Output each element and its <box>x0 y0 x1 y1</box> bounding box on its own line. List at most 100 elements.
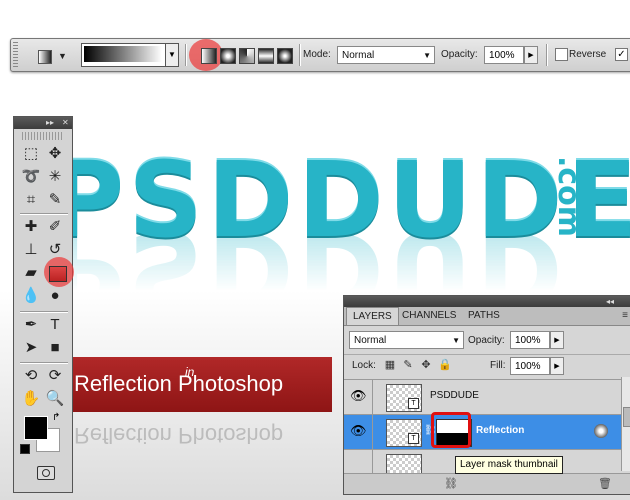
diamond-gradient-button[interactable] <box>277 48 293 64</box>
options-bar: ▼ ▼ Mode: Normal ▼ Opacity: 100% ▶ Rever… <box>10 38 630 72</box>
gradient-picker[interactable]: ▼ <box>81 43 179 67</box>
scrollbar-thumb[interactable] <box>623 407 630 427</box>
opacity-label: Opacity: <box>441 49 478 60</box>
banner-title: Reflection Photoshop <box>74 371 284 396</box>
3d-orbit-icon[interactable]: ⟳ <box>44 366 66 386</box>
layer-opacity-label: Opacity: <box>468 335 505 346</box>
chevron-down-icon: ▼ <box>423 51 431 60</box>
chevron-down-icon[interactable]: ▼ <box>165 44 178 66</box>
lock-pixels-icon[interactable]: ✎ <box>402 359 414 371</box>
fill-label: Fill: <box>490 360 506 371</box>
divider <box>372 415 373 449</box>
linear-gradient-button[interactable] <box>201 48 217 64</box>
foreground-color-swatch[interactable] <box>24 416 48 440</box>
dodge-icon[interactable]: ● <box>44 286 66 306</box>
zoom-icon[interactable]: 🔍 <box>44 389 66 409</box>
path-selection-icon[interactable]: ➤ <box>20 338 42 358</box>
reflected-gradient-button[interactable] <box>258 48 274 64</box>
opacity-input[interactable]: 100% <box>484 46 524 64</box>
chevron-down-icon: ▼ <box>452 336 460 345</box>
fill-stepper[interactable]: ▶ <box>550 357 564 375</box>
panel-grip[interactable] <box>22 132 64 140</box>
blend-row: Normal ▼ Opacity: 100% ▶ <box>344 329 630 351</box>
layer-thumbnail[interactable]: T <box>386 419 422 447</box>
eyedropper-icon[interactable]: ✎ <box>44 190 66 210</box>
hand-icon[interactable]: ✋ <box>20 389 42 409</box>
layer-row-selected[interactable]: 👁 T ⛓ Reflection <box>344 414 630 449</box>
type-icon[interactable]: T <box>44 315 66 335</box>
close-icon[interactable]: ✕ <box>62 117 69 129</box>
layer-opacity-value: 100% <box>515 335 541 346</box>
layer-style-icon[interactable] <box>594 424 608 438</box>
delete-layer-icon[interactable]: 🗑 <box>598 477 612 490</box>
tab-layers[interactable]: LAYERS <box>346 307 399 325</box>
tool-preset-picker[interactable]: ▼ <box>35 47 73 66</box>
tooltip: Layer mask thumbnail <box>455 456 563 474</box>
panel-grip[interactable] <box>13 42 18 68</box>
layer-opacity-input[interactable]: 100% <box>510 331 550 349</box>
opacity-stepper[interactable]: ▶ <box>524 46 538 64</box>
reverse-label: Reverse <box>569 49 607 60</box>
tools-panel-header: ▸▸ ✕ <box>14 117 72 129</box>
gradient-icon[interactable] <box>49 266 67 282</box>
gradient-preview <box>84 46 162 62</box>
divider <box>20 311 68 313</box>
mask-highlight-box <box>431 412 471 448</box>
crop-icon[interactable]: ⌗ <box>20 190 42 210</box>
layers-panel-header: ◂◂ <box>344 296 630 307</box>
layer-thumbnail[interactable]: T <box>386 384 422 412</box>
brush-icon[interactable]: ✐ <box>44 217 66 237</box>
logo-text: PSDDUDE <box>48 139 630 261</box>
marquee-icon[interactable]: ⬚ <box>20 144 42 164</box>
pen-icon[interactable]: ✒ <box>20 315 42 335</box>
collapse-icon[interactable]: ▸▸ <box>46 117 54 129</box>
blend-mode-select[interactable]: Normal ▼ <box>349 331 464 349</box>
layers-bottom-bar: ⛓ 🗑 <box>344 473 630 494</box>
blur-icon[interactable]: 💧 <box>20 286 42 306</box>
clone-stamp-icon[interactable]: ⊥ <box>20 240 42 260</box>
tab-paths[interactable]: PATHS <box>462 307 506 325</box>
layers-scrollbar[interactable] <box>621 377 630 471</box>
reverse-checkbox[interactable] <box>555 48 568 61</box>
rectangle-icon[interactable]: ■ <box>44 338 66 358</box>
visibility-eye-icon[interactable]: 👁 <box>350 388 367 404</box>
angle-gradient-button[interactable] <box>239 48 255 64</box>
layer-row[interactable]: 👁 T PSDDUDE <box>344 379 630 414</box>
layer-opacity-stepper[interactable]: ▶ <box>550 331 564 349</box>
layer-name[interactable]: PSDDUDE <box>430 390 479 401</box>
lock-position-icon[interactable]: ✥ <box>420 359 432 371</box>
lock-transparent-icon[interactable]: ▦ <box>384 359 396 371</box>
divider <box>299 44 301 66</box>
healing-brush-icon[interactable]: ✚ <box>20 217 42 237</box>
magic-wand-icon[interactable]: ✳ <box>44 167 66 187</box>
move-icon[interactable]: ✥ <box>44 144 66 164</box>
visibility-eye-icon[interactable]: 👁 <box>350 423 367 439</box>
layers-panel-tabs: LAYERS CHANNELS PATHS ≡ <box>344 307 630 326</box>
fill-value: 100% <box>515 361 541 372</box>
default-colors-icon[interactable] <box>20 444 30 454</box>
chevron-down-icon: ▼ <box>58 51 67 61</box>
collapse-icon[interactable]: ◂◂ <box>606 296 614 307</box>
divider <box>20 362 68 364</box>
smart-object-icon: T <box>408 398 419 409</box>
link-layers-icon[interactable]: ⛓ <box>444 477 458 490</box>
eraser-icon[interactable]: ▰ <box>20 263 42 283</box>
mode-value: Normal <box>342 50 375 61</box>
lock-label: Lock: <box>352 360 376 371</box>
lock-all-icon[interactable]: 🔒 <box>438 359 452 371</box>
divider <box>185 44 187 66</box>
opacity-value: 100% <box>489 50 515 61</box>
panel-menu-icon[interactable]: ≡ <box>622 310 628 321</box>
tab-channels[interactable]: CHANNELS <box>396 307 462 325</box>
fill-input[interactable]: 100% <box>510 357 550 375</box>
lock-row: Lock: ▦ ✎ ✥ 🔒 Fill: 100% ▶ <box>344 354 630 377</box>
dither-checkbox[interactable]: ✓ <box>615 48 628 61</box>
mode-select[interactable]: Normal ▼ <box>337 46 435 64</box>
lasso-icon[interactable]: ➰ <box>20 167 42 187</box>
radial-gradient-button[interactable] <box>220 48 236 64</box>
3d-rotate-icon[interactable]: ⟲ <box>20 366 42 386</box>
swap-colors-icon[interactable]: ↱ <box>52 412 60 423</box>
quick-mask-icon[interactable] <box>37 466 55 480</box>
banner-small-word: in <box>185 365 195 379</box>
layer-name[interactable]: Reflection <box>476 425 524 436</box>
